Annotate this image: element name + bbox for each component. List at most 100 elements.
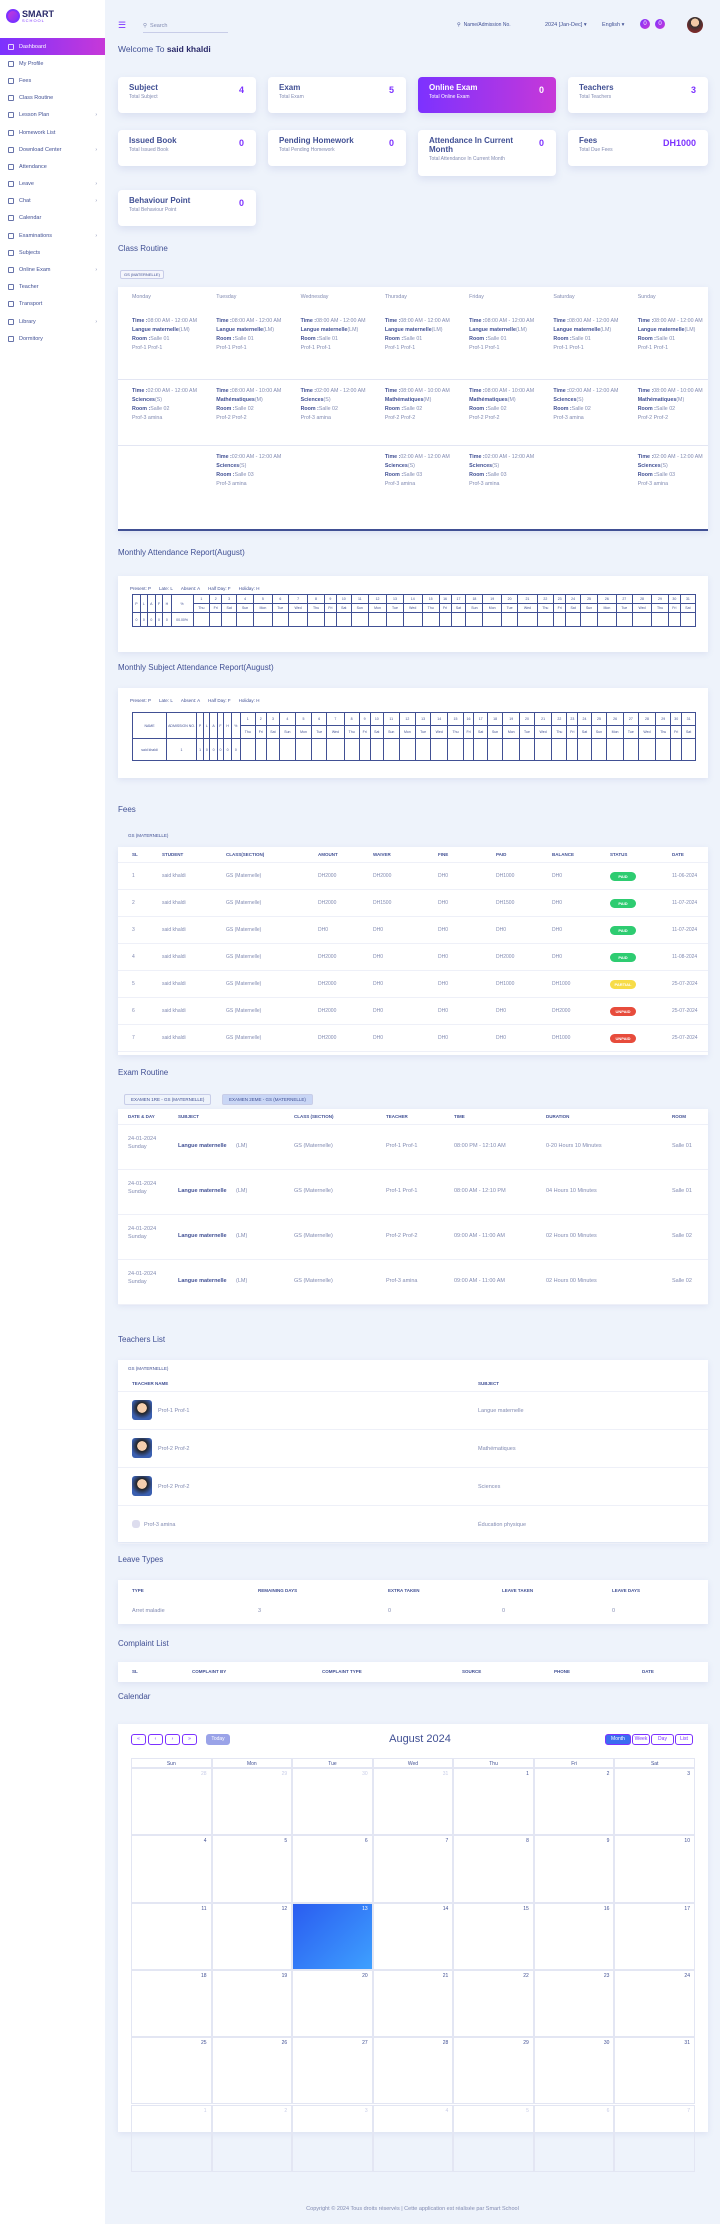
- calendar-day-cell[interactable]: 2: [533, 1768, 615, 1836]
- calendar-day-cell[interactable]: 12: [211, 1902, 293, 1970]
- calendar-day-cell[interactable]: 31: [614, 2037, 695, 2105]
- sidebar-item-leave[interactable]: Leave ›: [0, 176, 105, 193]
- calendar-day-cell[interactable]: 6: [533, 2104, 615, 2172]
- stat-card-subject[interactable]: Subject Total Subject 4: [118, 77, 256, 113]
- sidebar-item-teacher[interactable]: Teacher: [0, 279, 105, 296]
- att-day-week: Sun: [350, 603, 369, 613]
- user-avatar[interactable]: [687, 17, 703, 33]
- admission-search[interactable]: ⚲ Name/Admission No.: [457, 22, 511, 28]
- menu-toggle-icon[interactable]: ☰: [118, 20, 126, 31]
- sidebar-item-online-exam[interactable]: Online Exam ›: [0, 261, 105, 278]
- calendar-day-cell[interactable]: 7: [372, 1835, 454, 1903]
- calendar-nav-button[interactable]: ‹: [148, 1734, 163, 1745]
- stat-card-issued-book[interactable]: Issued Book Total Issued Book 0: [118, 130, 256, 166]
- calendar-nav-button[interactable]: «: [131, 1734, 146, 1745]
- stat-card-attendance-in-current-month[interactable]: Attendance In Current Month Total Attenda…: [418, 130, 556, 176]
- sidebar-item-transport[interactable]: Transport: [0, 296, 105, 313]
- calendar-day-cell[interactable]: 5: [453, 2104, 534, 2172]
- calendar-day-cell[interactable]: 5: [211, 1835, 293, 1903]
- calendar-day-cell[interactable]: 4: [372, 2104, 454, 2172]
- stat-card-exam[interactable]: Exam Total Exam 5: [268, 77, 406, 113]
- calendar-day-cell[interactable]: 8: [453, 1835, 534, 1903]
- exam-tab[interactable]: EXAMEN 1RE - GS (MATERNELLE): [124, 1094, 212, 1105]
- calendar-nav-button[interactable]: »: [182, 1734, 197, 1745]
- sa-day-num: 16: [462, 712, 475, 726]
- calendar-day-cell[interactable]: 10: [614, 1835, 695, 1903]
- calendar-day-cell[interactable]: 3: [292, 2104, 373, 2172]
- calendar-day-cell[interactable]: 30: [533, 2037, 615, 2105]
- leave-cell: 0: [612, 1608, 616, 1614]
- sa-day-week: Sat: [577, 725, 592, 739]
- sa-day-week: Fri: [462, 725, 475, 739]
- sidebar-item-dormitory[interactable]: Dormitory: [0, 330, 105, 347]
- att-weekday-row: Thu Fri Sat Sun Mon Tue Wed Thu Fri Sat Sun Mon Tue W…: [133, 603, 697, 613]
- calendar-day-cell[interactable]: 22: [453, 1969, 534, 2038]
- calendar-day-cell[interactable]: 3: [614, 1768, 695, 1836]
- calendar-day-cell[interactable]: 29: [211, 1768, 293, 1836]
- calendar-view-week[interactable]: Week: [632, 1734, 650, 1745]
- message-icon[interactable]: 0: [655, 19, 665, 29]
- calendar-day-cell[interactable]: 17: [614, 1902, 695, 1970]
- calendar-day-cell[interactable]: 9: [533, 1835, 615, 1903]
- calendar-day-cell[interactable]: 15: [453, 1902, 534, 1970]
- calendar-day-cell[interactable]: 1: [453, 1768, 534, 1836]
- sidebar-item-label: Online Exam: [19, 267, 51, 274]
- calendar-day-cell[interactable]: 23: [533, 1969, 615, 2038]
- calendar-day-cell[interactable]: 19: [211, 1969, 293, 2038]
- calendar-day-cell[interactable]: 7: [614, 2104, 695, 2172]
- stat-card-teachers[interactable]: Teachers Total Teachers 3: [568, 77, 708, 113]
- calendar-day-cell[interactable]: 16: [533, 1902, 615, 1970]
- leave-head: EXTRA TAKEN: [388, 1588, 420, 1593]
- calendar-day-cell[interactable]: 24: [614, 1969, 695, 2038]
- school-logo[interactable]: SMART SCHOOL: [6, 9, 54, 23]
- calendar-day-cell[interactable]: 28: [131, 1768, 212, 1836]
- calendar-day-cell[interactable]: 13: [292, 1902, 373, 1970]
- calendar-day-cell[interactable]: 18: [131, 1969, 212, 2038]
- calendar-day-cell[interactable]: 26: [211, 2037, 293, 2105]
- calendar-day-cell[interactable]: 1: [131, 2104, 212, 2172]
- sidebar-item-attendance[interactable]: Attendance: [0, 158, 105, 175]
- exam-tab[interactable]: EXAMEN 2EME - GS (MATERNELLE): [222, 1094, 313, 1105]
- sidebar-item-subjects[interactable]: Subjects: [0, 244, 105, 261]
- calendar-day-cell[interactable]: 29: [453, 2037, 534, 2105]
- sidebar-item-examinations[interactable]: Examinations ›: [0, 227, 105, 244]
- calendar-day-cell[interactable]: 14: [372, 1902, 454, 1970]
- calendar-day-cell[interactable]: 11: [131, 1902, 212, 1970]
- calendar-view-day[interactable]: Day: [651, 1734, 674, 1745]
- sa-day-cell: [486, 738, 504, 761]
- sidebar-item-lesson-plan[interactable]: Lesson Plan ›: [0, 107, 105, 124]
- stat-card-behaviour-point[interactable]: Behaviour Point Total Behaviour Point 0: [118, 190, 256, 226]
- notification-bell-icon[interactable]: 0: [640, 19, 650, 29]
- calendar-nav-button[interactable]: ›: [165, 1734, 180, 1745]
- calendar-day-cell[interactable]: 2: [211, 2104, 293, 2172]
- calendar-day-cell[interactable]: 4: [131, 1835, 212, 1903]
- calendar-day-cell[interactable]: 27: [292, 2037, 373, 2105]
- calendar-day-cell[interactable]: 20: [292, 1969, 373, 2038]
- calendar-day-cell[interactable]: 31: [372, 1768, 454, 1836]
- sidebar-item-library[interactable]: Library ›: [0, 313, 105, 330]
- calendar-day-cell[interactable]: 30: [292, 1768, 373, 1836]
- stat-card-fees[interactable]: Fees Total Due Fees DH1000: [568, 130, 708, 166]
- calendar-today-button[interactable]: Today: [206, 1734, 230, 1745]
- sidebar-item-chat[interactable]: Chat ›: [0, 193, 105, 210]
- sidebar-item-download-center[interactable]: Download Center ›: [0, 141, 105, 158]
- admission-search-label: Name/Admission No.: [463, 22, 511, 28]
- sidebar-item-my-profile[interactable]: My Profile: [0, 55, 105, 72]
- calendar-day-cell[interactable]: 6: [292, 1835, 373, 1903]
- sidebar-item-fees[interactable]: Fees: [0, 72, 105, 89]
- sidebar-item-class-routine[interactable]: Class Routine: [0, 90, 105, 107]
- sidebar-item-calendar[interactable]: Calendar: [0, 210, 105, 227]
- calendar-view-list[interactable]: List: [675, 1734, 693, 1745]
- stat-card-pending-homework[interactable]: Pending Homework Total Pending Homework 0: [268, 130, 406, 166]
- language-select[interactable]: English ▾: [602, 22, 624, 28]
- session-select[interactable]: 2024 [Jan-Dec] ▾: [545, 22, 587, 28]
- sidebar-item-dashboard[interactable]: Dashboard: [0, 38, 105, 56]
- fees-cell: DH0: [373, 1008, 384, 1014]
- search-input[interactable]: ⚲ Search: [143, 20, 228, 33]
- stat-card-online-exam[interactable]: Online Exam Total Online Exam 0: [418, 77, 556, 113]
- calendar-day-cell[interactable]: 28: [372, 2037, 454, 2105]
- calendar-day-cell[interactable]: 21: [372, 1969, 454, 2038]
- sidebar-item-homework-list[interactable]: Homework List: [0, 124, 105, 141]
- calendar-day-cell[interactable]: 25: [131, 2037, 212, 2105]
- calendar-view-month[interactable]: Month: [605, 1734, 631, 1745]
